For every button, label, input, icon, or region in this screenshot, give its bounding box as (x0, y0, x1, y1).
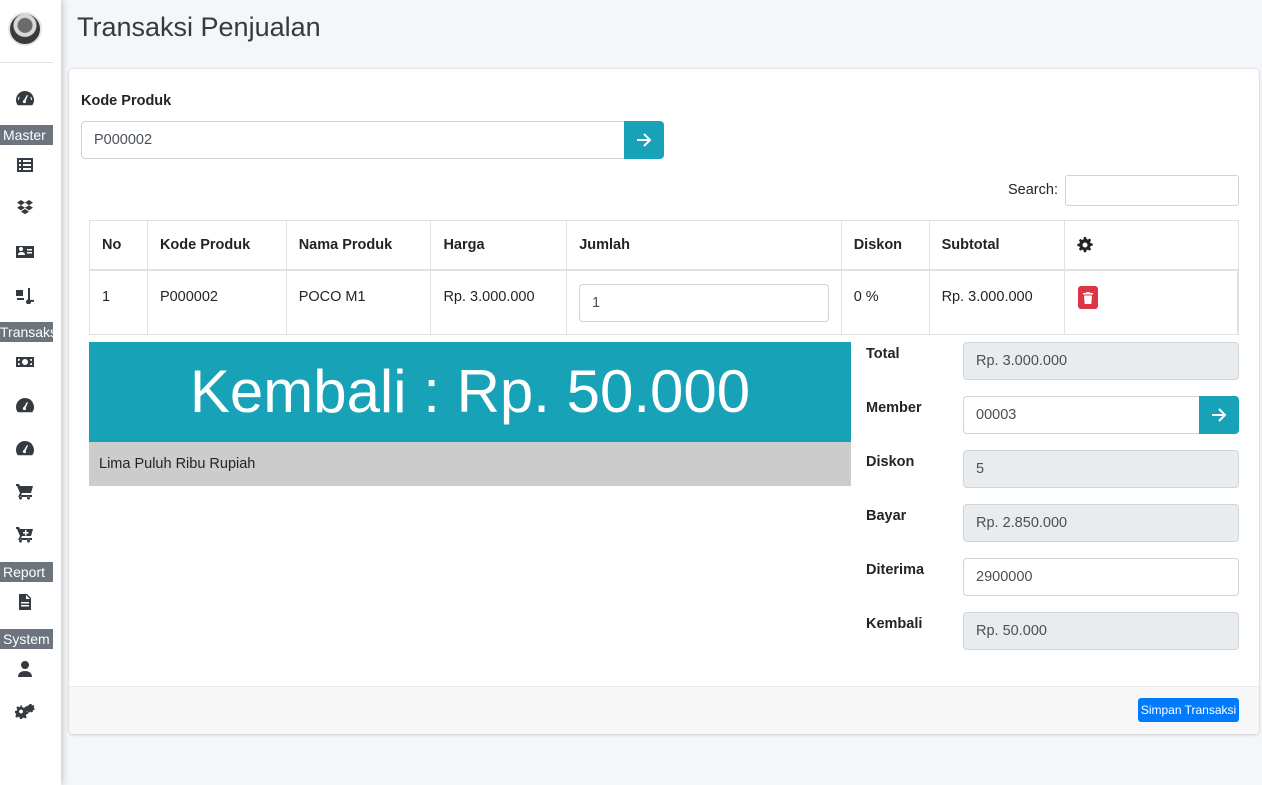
cell-subtotal: Rp. 3.000.000 (930, 271, 1066, 334)
column-header-kode[interactable]: Kode Produk (148, 221, 287, 269)
money-icon[interactable] (14, 352, 36, 372)
column-header-subtotal[interactable]: Subtotal (930, 221, 1066, 269)
dolly-icon[interactable] (14, 285, 36, 305)
column-header-harga[interactable]: Harga (431, 221, 568, 269)
sidebar-header-report: Report (0, 562, 53, 582)
cell-kode: P000002 (148, 271, 287, 334)
sidebar-header-transaksi: Transaksi (0, 322, 53, 342)
cell-nama: POCO M1 (287, 271, 432, 334)
bayar-label: Bayar (866, 508, 907, 524)
kode-produk-label: Kode Produk (81, 93, 172, 109)
cogs-icon[interactable] (14, 702, 36, 722)
cell-no: 1 (90, 271, 148, 334)
search-input[interactable] (1065, 175, 1239, 206)
card-footer (69, 686, 1259, 734)
dashboard-icon[interactable] (14, 438, 36, 458)
kembali-field: Rp. 50.000 (963, 612, 1239, 650)
select-member-button[interactable] (1199, 396, 1239, 434)
user-icon[interactable] (14, 659, 36, 679)
id-card-icon[interactable] (14, 242, 36, 262)
dashboard-icon[interactable] (14, 88, 36, 108)
kode-produk-input[interactable]: P000002 (81, 121, 625, 159)
diterima-input[interactable]: 2900000 (963, 558, 1239, 596)
sidebar-header-system: System (0, 629, 53, 649)
jumlah-input[interactable]: 1 (579, 284, 829, 322)
diskon-label: Diskon (866, 454, 915, 470)
kembali-display: Kembali : Rp. 50.000 (89, 342, 851, 442)
column-header-jumlah[interactable]: Jumlah (567, 221, 842, 269)
bayar-field: Rp. 2.850.000 (963, 504, 1239, 542)
total-field: Rp. 3.000.000 (963, 342, 1239, 380)
total-label: Total (866, 346, 900, 362)
column-header-actions (1065, 221, 1238, 269)
gear-icon (1077, 237, 1093, 253)
avatar[interactable] (8, 12, 42, 46)
trash-icon (1083, 291, 1093, 304)
diterima-label: Diterima (866, 562, 925, 578)
kembali-label: Kembali (866, 616, 923, 632)
delete-button[interactable] (1078, 286, 1098, 309)
column-header-diskon[interactable]: Diskon (842, 221, 930, 269)
cart-plus-icon[interactable] (14, 525, 36, 545)
page-title: Transaksi Penjualan (77, 12, 321, 42)
column-header-no[interactable]: No (90, 221, 148, 269)
diskon-field: 5 (963, 450, 1239, 488)
submit-kode-button[interactable] (624, 121, 664, 159)
sidebar-divider (0, 62, 53, 63)
dashboard-icon[interactable] (14, 395, 36, 415)
search-label: Search: (1008, 182, 1058, 198)
table-header-row: No Kode Produk Nama Produk Harga Jumlah … (90, 221, 1238, 271)
transaction-card: Kode Produk P000002 Search: No Kode Prod… (69, 69, 1259, 734)
terbilang-text: Lima Puluh Ribu Rupiah (89, 442, 851, 486)
member-label: Member (866, 400, 922, 416)
member-input[interactable]: 00003 (963, 396, 1200, 434)
product-table: No Kode Produk Nama Produk Harga Jumlah … (89, 220, 1239, 335)
sidebar: Master Transaksi Report System (0, 0, 61, 785)
arrow-right-icon (1212, 408, 1227, 422)
cell-harga: Rp. 3.000.000 (431, 271, 568, 334)
table-row: 1 P000002 POCO M1 Rp. 3.000.000 0 % Rp. … (90, 271, 1239, 334)
column-header-nama[interactable]: Nama Produk (287, 221, 432, 269)
sidebar-header-master: Master (0, 125, 53, 145)
dropbox-icon[interactable] (14, 198, 36, 218)
list-icon[interactable] (14, 155, 36, 175)
arrow-right-icon (637, 133, 652, 147)
cell-diskon: 0 % (842, 271, 930, 334)
cart-icon[interactable] (14, 482, 36, 502)
simpan-transaksi-button[interactable]: Simpan Transaksi (1138, 698, 1239, 722)
file-icon[interactable] (14, 592, 36, 612)
